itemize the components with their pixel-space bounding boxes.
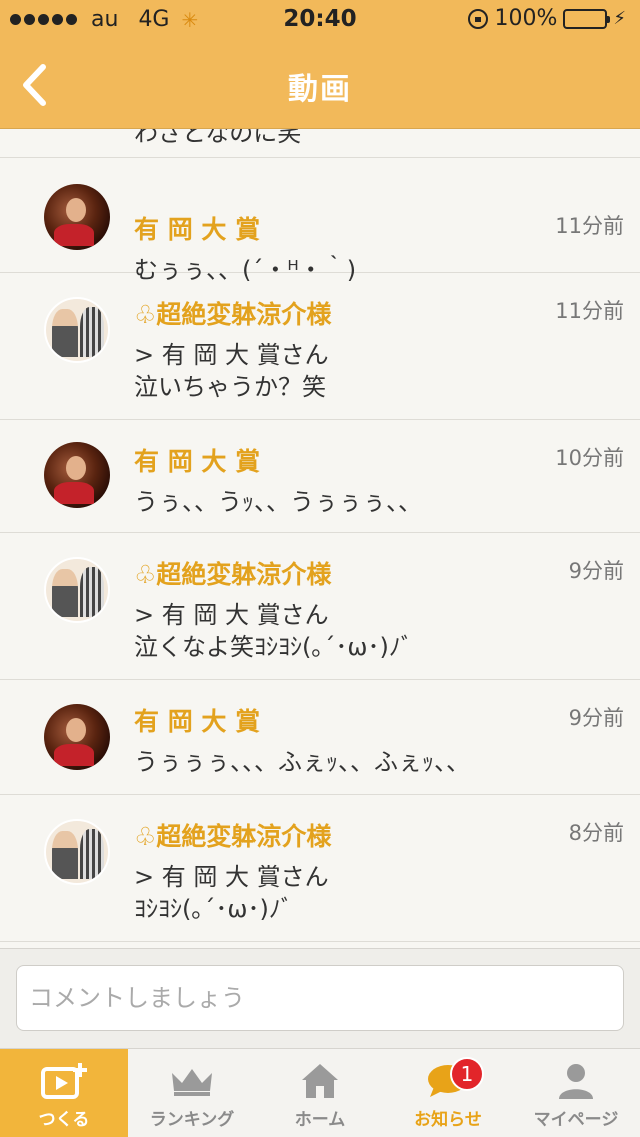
comment-author[interactable]: ♧超絶変躰涼介様 [134, 817, 331, 853]
page-title: 動画 [288, 72, 352, 107]
battery-icon [563, 8, 611, 29]
home-icon [300, 1061, 340, 1101]
comment-text: うぅ、、うｯ、、うぅぅぅ、、 [134, 488, 422, 516]
comment-input[interactable] [16, 965, 624, 1031]
comment-author[interactable]: 有 岡 大 賞 [134, 702, 260, 738]
comment-time: 9分前 [568, 559, 624, 583]
comment-item: 有 岡 大 賞 11分前 むぅぅ、、(´・ᴴ・｀) [0, 158, 640, 284]
top-bar: au 4G ✳ 20:40 100% ⚡ 動画 [0, 0, 640, 129]
notification-badge: 1 [450, 1057, 484, 1091]
tab-mypage[interactable]: マイページ [512, 1049, 640, 1137]
comment-time: 9分前 [568, 706, 624, 730]
crown-icon [170, 1061, 214, 1101]
comment-author[interactable]: ♧超絶変躰涼介様 [134, 555, 331, 591]
comment-author[interactable]: ♧超絶変躰涼介様 [134, 295, 331, 331]
comment-text: わざとなのに笑 [134, 129, 302, 147]
comment-text: うぅぅぅ、、、ふぇｯ、、ふぇｯ、、 [134, 748, 470, 776]
tab-notifications[interactable]: お知らせ 1 [384, 1049, 512, 1137]
comment-time: 8分前 [568, 821, 624, 845]
comment-bar [0, 948, 640, 1049]
orientation-lock-icon [468, 8, 489, 29]
comment-text: 泣くなよ笑ﾖｼﾖｼ(｡´･ω･)ﾉﾞ [134, 633, 413, 661]
comment-reply-to: > 有 岡 大 賞さん [134, 601, 329, 629]
comment-list[interactable]: わざとなのに笑 有 岡 大 賞 11分前 むぅぅ、、(´・ᴴ・｀) ♧超絶変躰涼… [0, 129, 640, 947]
create-video-icon [40, 1061, 88, 1101]
tab-home[interactable]: ホーム [256, 1049, 384, 1137]
comment-author[interactable]: 有 岡 大 賞 [134, 442, 260, 478]
tab-create[interactable]: つくる [0, 1049, 128, 1137]
comment-item: 有 岡 大 賞 10分前 うぅ、、うｯ、、うぅぅぅ、、 [0, 420, 640, 533]
avatar[interactable] [44, 297, 110, 363]
comment-author[interactable]: 有 岡 大 賞 [134, 210, 260, 246]
comment-time: 11分前 [555, 214, 624, 238]
charging-icon: ⚡ [613, 8, 626, 29]
avatar[interactable] [44, 442, 110, 508]
avatar[interactable] [44, 704, 110, 770]
tab-label: マイページ [533, 1110, 619, 1130]
comment-reply-to: > 有 岡 大 賞さん [134, 341, 329, 369]
comment-text: ﾖｼﾖｼ(｡´･ω･)ﾉﾞ [134, 895, 293, 923]
person-icon [556, 1061, 596, 1101]
comment-item: ♧超絶変躰涼介様 11分前 > 有 岡 大 賞さん 泣いちゃうか？笑 [0, 273, 640, 420]
comment-item: ♧超絶変躰涼介様 9分前 > 有 岡 大 賞さん 泣くなよ笑ﾖｼﾖｼ(｡´･ω･… [0, 533, 640, 680]
comment-item: 有 岡 大 賞 9分前 うぅぅぅ、、、ふぇｯ、、ふぇｯ、、 [0, 680, 640, 795]
list-item: わざとなのに笑 [0, 129, 640, 158]
tab-label: お知らせ [414, 1110, 482, 1130]
comment-item: ♧超絶変躰涼介様 8分前 > 有 岡 大 賞さん ﾖｼﾖｼ(｡´･ω･)ﾉﾞ [0, 795, 640, 942]
tab-label: ホーム [294, 1110, 346, 1130]
comment-text: 泣いちゃうか？笑 [134, 373, 326, 401]
tab-label: つくる [38, 1110, 90, 1130]
tab-ranking[interactable]: ランキング [128, 1049, 256, 1137]
tab-label: ランキング [149, 1110, 235, 1130]
avatar[interactable] [44, 819, 110, 885]
tab-bar: つくる ランキング ホーム お知らせ 1 マイページ [0, 1048, 640, 1137]
comment-time: 11分前 [555, 299, 624, 323]
avatar[interactable] [44, 557, 110, 623]
status-bar: au 4G ✳ 20:40 100% ⚡ [0, 0, 640, 40]
avatar[interactable] [44, 184, 110, 250]
comment-time: 10分前 [555, 446, 624, 470]
comment-reply-to: > 有 岡 大 賞さん [134, 863, 329, 891]
battery-percent: 100% [494, 6, 558, 31]
